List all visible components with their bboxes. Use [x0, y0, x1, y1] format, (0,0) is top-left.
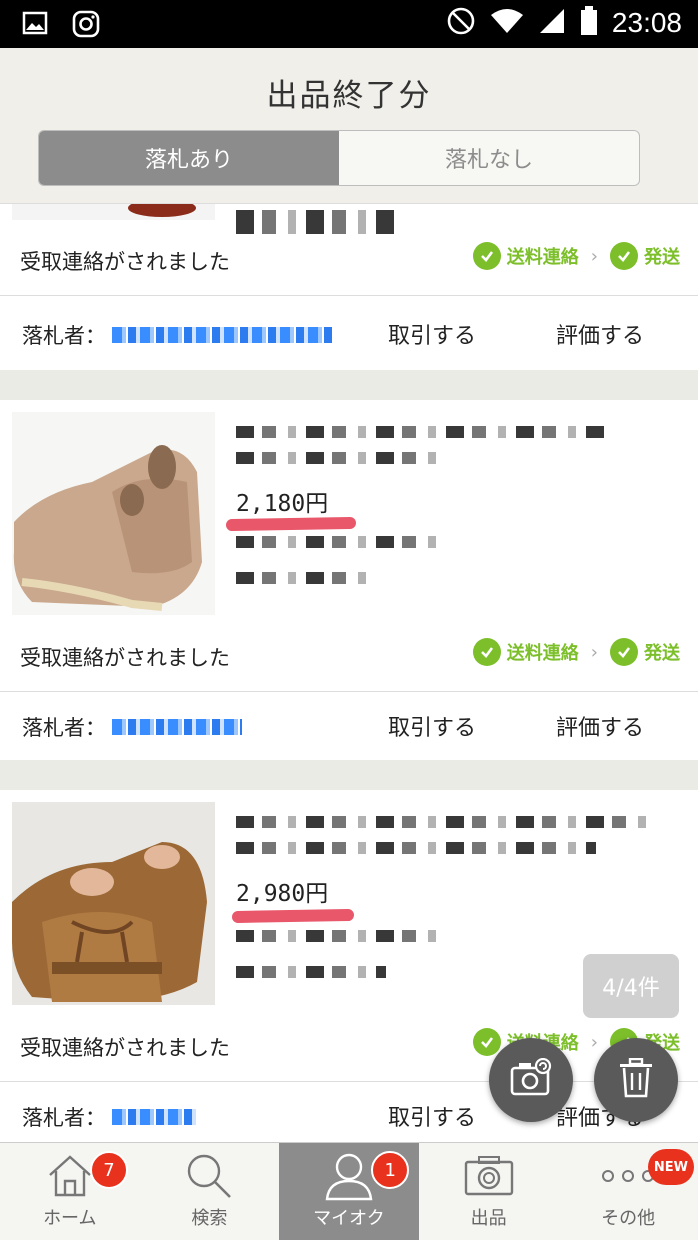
segment-with-bids[interactable]: 落札あり: [39, 131, 339, 185]
instagram-icon: [72, 10, 100, 42]
price-highlight: [231, 908, 355, 924]
delete-fab-button[interactable]: [594, 1038, 678, 1122]
step-shipped: 発送: [644, 643, 680, 664]
winning-bidder: 落札者：: [22, 1102, 196, 1132]
item-price: 2,180円: [236, 491, 329, 517]
bidder-label: 落札者：: [22, 324, 106, 348]
notification-badge: 7: [90, 1151, 128, 1189]
nav-more-label: その他: [601, 1208, 656, 1229]
status-message: 受取連絡がされました: [20, 1036, 230, 1060]
action-row: 落札者： 取引する 評価する: [0, 298, 698, 370]
trade-button[interactable]: 取引する: [388, 710, 476, 742]
step-shipping-notice: 送料連絡: [506, 247, 579, 268]
status-message: 受取連絡がされました: [20, 250, 230, 274]
list-item: 2,180円 受取連絡がされました 送料連絡 › 発送 落札者： 取引する 評価…: [0, 400, 698, 760]
bidder-name-redacted[interactable]: [112, 719, 242, 735]
gallery-icon: [22, 10, 48, 42]
status-bar: 23:08: [0, 0, 698, 48]
item-meta-redacted: [236, 966, 386, 978]
rate-button[interactable]: 評価する: [556, 318, 644, 350]
nav-sell[interactable]: 出品: [419, 1143, 559, 1240]
nav-more[interactable]: その他 NEW: [558, 1143, 698, 1240]
winning-bidder: 落札者：: [22, 320, 332, 350]
item-price: 2,980円: [236, 881, 329, 907]
nav-home[interactable]: ホーム 7: [0, 1143, 140, 1240]
chevron-right-icon: ›: [590, 245, 598, 267]
status-row: 受取連絡がされました 送料連絡 › 発送: [0, 1008, 698, 1082]
item-title-redacted: [236, 426, 606, 438]
check-icon: [610, 638, 638, 666]
do-not-disturb-icon: [446, 6, 476, 40]
item-thumbnail[interactable]: [12, 412, 215, 615]
more-icon: [600, 1148, 656, 1204]
winning-bidder: 落札者：: [22, 712, 242, 742]
chevron-right-icon: ›: [590, 641, 598, 663]
cell-signal-icon: [538, 7, 566, 39]
progress-steps: 送料連絡 › 発送: [472, 242, 680, 270]
step-shipped: 発送: [644, 247, 680, 268]
check-icon: [472, 638, 501, 666]
camera-icon: [463, 1148, 515, 1204]
status-row: 受取連絡がされました 送料連絡 › 発送: [0, 618, 698, 692]
nav-search-label: 検索: [191, 1208, 228, 1229]
item-title-redacted: [236, 452, 436, 464]
item-meta-redacted: [236, 930, 442, 942]
segment-control: 落札あり 落札なし: [38, 130, 640, 186]
item-thumbnail[interactable]: [12, 204, 215, 220]
nav-my-auction[interactable]: マイオク 1: [279, 1143, 419, 1240]
item-meta-redacted: [236, 572, 366, 584]
nav-sell-label: 出品: [470, 1208, 507, 1229]
bidder-label: 落札者：: [22, 716, 106, 740]
status-row: 受取連絡がされました 送料連絡 › 発送: [0, 222, 698, 296]
check-icon: [472, 1028, 501, 1056]
bottom-nav: ホーム 7 検索 マイオク 1 出品 その他 NEW: [0, 1142, 698, 1240]
wifi-icon: [490, 7, 524, 39]
home-icon: [46, 1148, 94, 1204]
user-icon: [324, 1148, 374, 1204]
header: 出品終了分 落札あり 落札なし: [0, 48, 698, 204]
trash-icon: [618, 1057, 654, 1102]
action-row: 落札者： 取引する 評価する: [0, 690, 698, 762]
camera-fab-button[interactable]: [489, 1038, 573, 1122]
trade-button[interactable]: 取引する: [388, 318, 476, 350]
clock: 23:08: [611, 7, 682, 38]
page-title: 出品終了分: [266, 78, 432, 114]
new-badge: NEW: [647, 1149, 694, 1185]
list-item: 受取連絡がされました 送料連絡 › 発送 落札者： 取引する 評価する: [0, 204, 698, 370]
separator: [0, 370, 698, 400]
search-icon: [184, 1148, 234, 1204]
bidder-name-redacted[interactable]: [112, 327, 332, 343]
nav-my-auction-label: マイオク: [313, 1208, 385, 1229]
rate-button[interactable]: 評価する: [556, 710, 644, 742]
check-icon: [472, 242, 501, 270]
item-title-redacted: [236, 842, 596, 854]
chevron-right-icon: ›: [590, 1031, 598, 1053]
segment-no-bids[interactable]: 落札なし: [339, 131, 639, 185]
bidder-label: 落札者：: [22, 1106, 106, 1130]
separator: [0, 760, 698, 790]
nav-search[interactable]: 検索: [140, 1143, 280, 1240]
item-title-redacted: [236, 816, 656, 828]
step-shipping-notice: 送料連絡: [506, 643, 579, 664]
check-icon: [610, 242, 638, 270]
item-meta-redacted: [236, 536, 436, 548]
camera-refresh-icon: [509, 1057, 553, 1102]
item-thumbnail[interactable]: [12, 802, 215, 1005]
page-counter: 4/4件: [583, 954, 679, 1018]
nav-home-label: ホーム: [43, 1208, 97, 1229]
battery-icon: [580, 6, 598, 40]
trade-button[interactable]: 取引する: [388, 1100, 476, 1132]
bidder-name-redacted[interactable]: [112, 1109, 196, 1125]
notification-badge: 1: [371, 1151, 410, 1189]
progress-steps: 送料連絡 › 発送: [472, 638, 680, 666]
status-message: 受取連絡がされました: [20, 646, 230, 670]
price-highlight: [225, 516, 357, 532]
action-row: 落札者： 取引する 評価する: [0, 1080, 698, 1142]
